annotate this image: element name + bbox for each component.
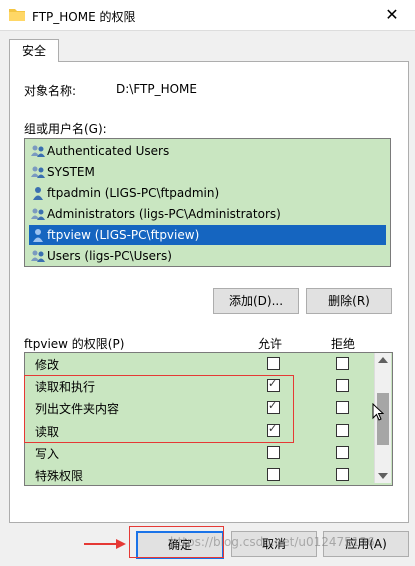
permission-name: 特殊权限 [35, 469, 84, 483]
list-item[interactable]: Administrators (ligs-PC\Administrators) [29, 204, 386, 224]
add-button[interactable]: 添加(D)... [213, 288, 299, 314]
object-name-label: 对象名称: [24, 84, 77, 98]
folder-icon [9, 9, 25, 21]
deny-header: 拒绝 [331, 337, 356, 351]
group-name: Authenticated Users [47, 144, 170, 158]
group-name: ftpview (LIGS-PC\ftpview) [47, 228, 200, 242]
allow-header: 允许 [258, 337, 283, 351]
deny-checkbox[interactable] [336, 379, 349, 393]
close-button[interactable]: ✕ [369, 0, 415, 30]
scroll-up-icon[interactable] [378, 357, 388, 363]
list-item[interactable]: ftpadmin (LIGS-PC\ftpadmin) [29, 183, 386, 203]
allow-checkbox[interactable] [267, 468, 280, 481]
permission-row: 特殊权限 [25, 464, 375, 485]
allow-checkbox[interactable] [267, 357, 280, 370]
deny-checkbox[interactable] [336, 357, 349, 370]
group-icon [31, 208, 45, 220]
arrow-icon [84, 539, 126, 549]
tab-security[interactable]: 安全 [9, 39, 59, 62]
group-icon [31, 166, 45, 178]
permission-name: 写入 [35, 446, 60, 461]
list-item[interactable]: SYSTEM [29, 162, 386, 182]
user-icon [33, 187, 43, 200]
permission-name: 修改 [35, 358, 60, 372]
allow-checkbox[interactable] [267, 445, 280, 459]
group-name: ftpadmin (LIGS-PC\ftpadmin) [47, 186, 220, 200]
deny-checkbox[interactable] [336, 468, 349, 481]
title-bar: FTP_HOME 的权限 ✕ [0, 0, 415, 31]
list-item[interactable]: Authenticated Users [29, 141, 386, 161]
list-item[interactable]: Users (ligs-PC\Users) [29, 246, 386, 266]
object-name-value: D:\FTP_HOME [116, 82, 197, 96]
group-name: Administrators (ligs-PC\Administrators) [47, 207, 281, 221]
list-item-selected[interactable]: ftpview (LIGS-PC\ftpview) [29, 225, 386, 245]
group-icon [31, 250, 45, 262]
groups-label: 组或用户名(G): [24, 122, 107, 136]
window-title: FTP_HOME 的权限 [32, 10, 136, 24]
group-user-list[interactable]: Authenticated Users SYSTEM ftpadmin (LIG… [24, 138, 391, 267]
permission-row: 写入 [25, 442, 375, 464]
deny-checkbox[interactable] [336, 423, 349, 437]
permissions-label: ftpview 的权限(P) [24, 337, 125, 351]
permission-row: 修改 [25, 353, 375, 375]
watermark-text: https://blog.csdn.net/u012475136 [170, 535, 375, 549]
user-icon [33, 229, 43, 242]
group-name: Users (ligs-PC\Users) [47, 249, 172, 263]
scroll-down-icon[interactable] [378, 473, 388, 479]
remove-button[interactable]: 删除(R) [306, 288, 392, 314]
deny-checkbox[interactable] [336, 445, 349, 459]
cursor-icon [372, 403, 384, 421]
group-icon [31, 145, 45, 157]
highlight-box [24, 375, 294, 443]
group-name: SYSTEM [47, 165, 95, 179]
deny-checkbox[interactable] [336, 401, 349, 415]
